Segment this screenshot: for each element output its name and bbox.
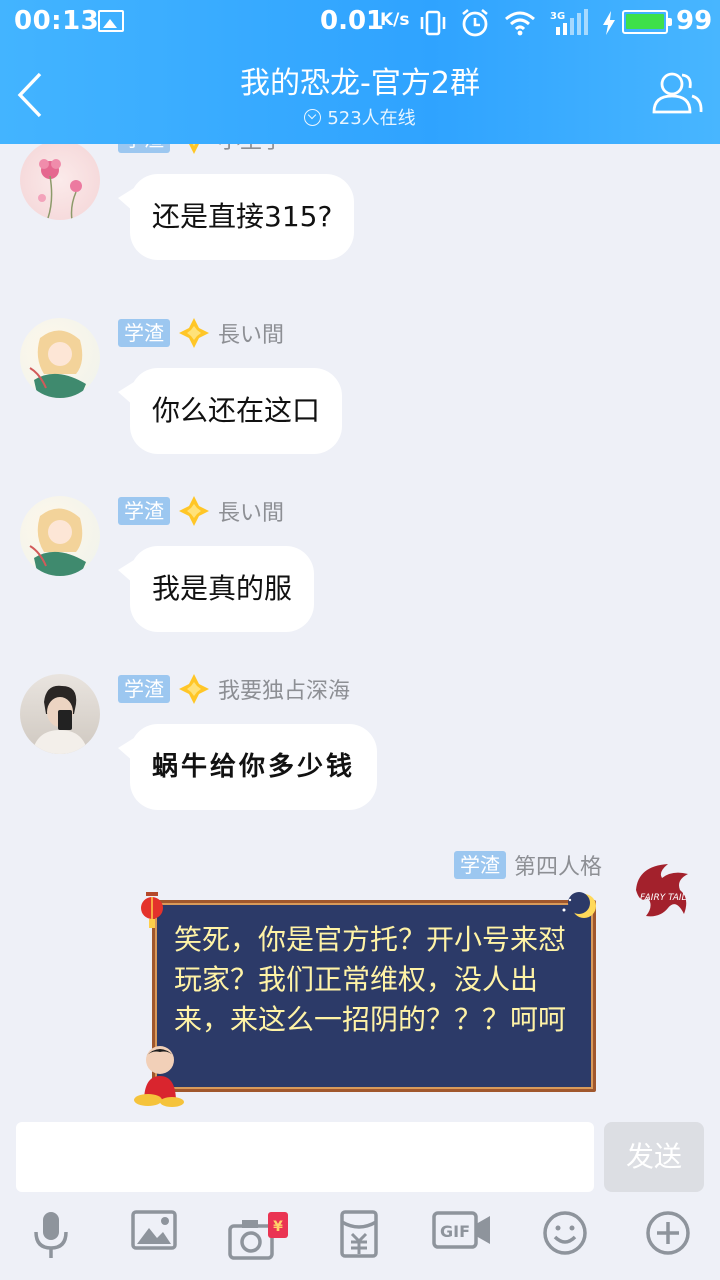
charging-icon: [603, 11, 615, 35]
message-meta: 学渣 小王子: [118, 144, 284, 154]
alarm-icon: [462, 8, 488, 37]
toolbar: ¥ GIF: [0, 1210, 720, 1274]
avatar[interactable]: [20, 496, 100, 576]
rank-badge: 学渣: [118, 497, 170, 525]
page-title[interactable]: 我的恐龙-官方2群: [0, 58, 720, 102]
emoji-icon: [543, 1211, 587, 1255]
network-speed: 0.01: [320, 6, 385, 36]
wifi-icon: [505, 11, 535, 36]
gallery-icon: [98, 10, 124, 32]
star-icon: [189, 144, 199, 154]
image-icon: [131, 1210, 177, 1250]
avatar[interactable]: [20, 674, 100, 754]
message-bubble[interactable]: 你么还在这口: [117, 368, 343, 454]
red-packet-icon: ¥: [273, 1219, 283, 1235]
send-button[interactable]: 发送: [604, 1122, 704, 1192]
message-input[interactable]: [16, 1122, 594, 1192]
avatar[interactable]: [20, 144, 100, 220]
star-icon: [179, 674, 209, 704]
red-packet-icon: [340, 1210, 378, 1258]
lantern-icon: [141, 892, 163, 928]
voice-button[interactable]: [19, 1210, 83, 1274]
my-message-meta: 学渣 第四人格: [453, 849, 602, 881]
more-button[interactable]: [636, 1210, 700, 1274]
message-meta: 学渣 長い間: [118, 496, 284, 526]
gif-label: GIF: [440, 1222, 470, 1241]
battery-level: [626, 14, 664, 29]
message-bubble[interactable]: 蜗牛给你多少钱: [117, 724, 378, 810]
status-bar: 00:13 0.01 K/s 3G 99: [0, 0, 720, 46]
camera-icon: ¥: [228, 1212, 288, 1260]
status-time: 00:13: [14, 6, 100, 36]
header: 00:13 0.01 K/s 3G 99 我的恐龙-官方2群 523人在线: [0, 0, 720, 144]
members-button[interactable]: [650, 66, 704, 120]
sender-name[interactable]: 長い間: [218, 495, 284, 527]
star-icon: [179, 318, 209, 348]
moon-icon: [562, 892, 596, 918]
online-count-label: 523人在线: [327, 108, 416, 129]
message-bubble[interactable]: 还是直接315?: [117, 174, 355, 260]
message-meta: 学渣 我要独占深海: [118, 674, 350, 704]
sender-name[interactable]: 第四人格: [514, 849, 602, 881]
message-bubble-decorated[interactable]: 笑死，你是官方托？开小号来怼玩家？我们正常维权，没人出来，来这么一招阴的？？？呵…: [134, 892, 600, 1107]
rank-badge: 学渣: [118, 319, 170, 347]
avatar[interactable]: [20, 318, 100, 398]
chevron-down-icon: [304, 109, 322, 126]
vibrate-icon: [420, 10, 446, 36]
emoji-button[interactable]: [533, 1210, 597, 1274]
battery-percent: 99: [676, 6, 713, 36]
signal-icon: 3G: [550, 9, 588, 35]
rank-badge: 学渣: [453, 851, 506, 879]
rank-badge: 学渣: [118, 144, 170, 153]
status-icons: 3G: [420, 6, 616, 40]
sender-name[interactable]: 小王子: [218, 144, 284, 155]
members-icon: [652, 72, 703, 114]
sender-name[interactable]: 我要独占深海: [218, 673, 350, 705]
battery-icon: [622, 10, 672, 34]
network-speed-unit: K/s: [380, 10, 410, 30]
gif-button[interactable]: GIF: [430, 1210, 494, 1274]
mascot-icon: [134, 1046, 184, 1107]
camera-button[interactable]: ¥: [226, 1210, 290, 1274]
svg-text:3G: 3G: [550, 11, 565, 22]
rank-badge: 学渣: [118, 675, 170, 703]
gif-icon: GIF: [432, 1211, 490, 1249]
star-icon: [179, 496, 209, 526]
red-packet-button[interactable]: [327, 1210, 391, 1274]
plus-icon: [646, 1211, 690, 1255]
message-text: 笑死，你是官方托？开小号来怼玩家？我们正常维权，没人出来，来这么一招阴的？？？呵…: [174, 923, 567, 1036]
image-button[interactable]: [122, 1210, 186, 1274]
sender-name[interactable]: 長い間: [218, 317, 284, 349]
chat-list[interactable]: 学渣 小王子 还是直接315? 学渣 長い間 你么还在这口 学渣 長い間 我是真…: [0, 144, 720, 1110]
mic-icon: [34, 1212, 68, 1258]
message-meta: 学渣 長い間: [118, 318, 284, 348]
message-bubble[interactable]: 我是真的服: [117, 546, 315, 632]
svg-text:FAIRY TAIL: FAIRY TAIL: [640, 893, 687, 903]
input-area: 发送 ¥ GIF: [0, 1110, 720, 1280]
avatar[interactable]: FAIRY TAIL: [628, 856, 698, 926]
online-count[interactable]: 523人在线: [0, 104, 720, 130]
